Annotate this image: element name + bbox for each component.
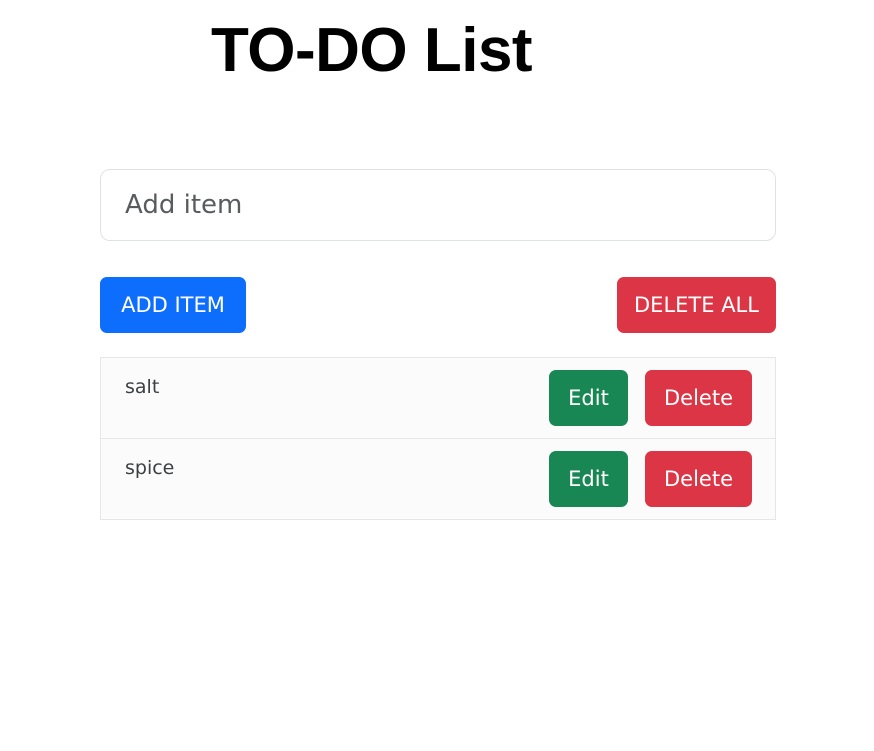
item-text: spice bbox=[125, 457, 175, 479]
delete-button[interactable]: Delete bbox=[645, 370, 752, 426]
delete-button[interactable]: Delete bbox=[645, 451, 752, 507]
todo-list: salt Edit Delete spice Edit Delete bbox=[100, 357, 776, 520]
page-title: TO-DO List bbox=[211, 16, 533, 85]
edit-button[interactable]: Edit bbox=[549, 370, 628, 426]
add-item-button[interactable]: ADD ITEM bbox=[100, 277, 246, 333]
add-item-input[interactable] bbox=[100, 169, 776, 241]
item-text: salt bbox=[125, 376, 160, 398]
list-item: salt Edit Delete bbox=[100, 357, 776, 439]
todo-page: TO-DO List ADD ITEM DELETE ALL salt Edit… bbox=[0, 0, 874, 751]
list-item: spice Edit Delete bbox=[100, 438, 776, 520]
edit-button[interactable]: Edit bbox=[549, 451, 628, 507]
delete-all-button[interactable]: DELETE ALL bbox=[617, 277, 776, 333]
